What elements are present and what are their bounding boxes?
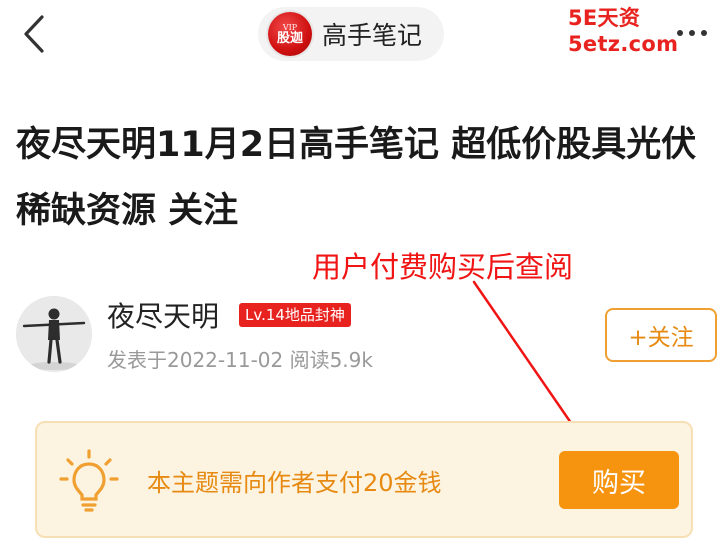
channel-logo: VIP 股迦 <box>268 12 312 56</box>
follow-button[interactable]: +关注 <box>605 308 717 362</box>
author-avatar[interactable] <box>16 296 92 372</box>
channel-logo-main-text: 股迦 <box>276 30 303 46</box>
more-dots-icon <box>677 30 683 36</box>
more-dot <box>689 30 695 36</box>
more-dot <box>701 30 707 36</box>
post-title: 夜尽天明11月2日高手笔记 超低价股具光伏稀缺资源 关注 <box>16 125 697 231</box>
back-button[interactable] <box>14 12 54 56</box>
author-name[interactable]: 夜尽天明 <box>107 295 219 335</box>
paywall-message: 本主题需向作者支付20金钱 <box>147 469 442 497</box>
chevron-left-icon <box>24 15 44 53</box>
buy-button[interactable]: 购买 <box>559 451 679 509</box>
channel-logo-top-text: VIP <box>282 22 298 32</box>
channel-name: 高手笔记 <box>322 21 423 50</box>
post-meta: 发表于2022-11-02 阅读5.9k <box>107 348 373 372</box>
channel-header[interactable]: VIP 股迦 高手笔记 <box>258 7 444 61</box>
lightbulb-icon <box>59 449 119 512</box>
annotation-text: 用户付费购买后查阅 <box>312 250 574 284</box>
paywall-box: 本主题需向作者支付20金钱 购买 <box>35 421 693 538</box>
author-level-badge: Lv.14地品封神 <box>239 303 351 327</box>
avatar-image <box>16 296 92 372</box>
more-options-button[interactable] <box>670 26 714 40</box>
